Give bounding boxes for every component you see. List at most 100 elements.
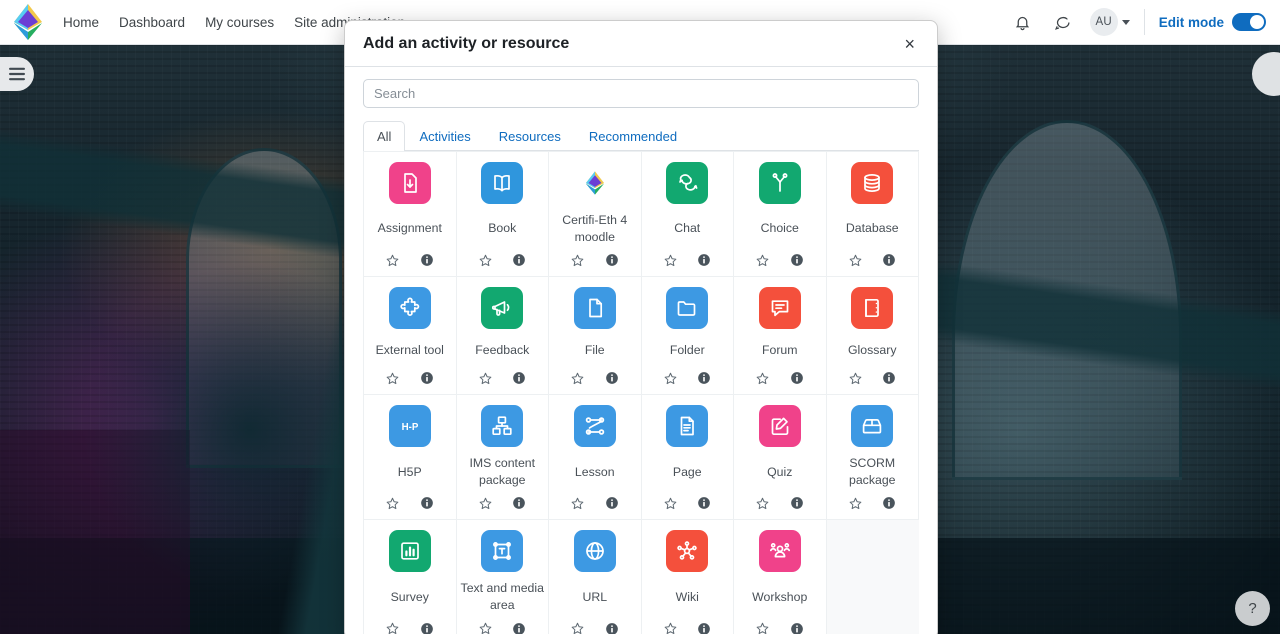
hamburger-menu-icon[interactable] [0,57,34,91]
info-icon[interactable] [604,370,620,386]
tab-activities[interactable]: Activities [405,121,484,151]
bell-icon[interactable] [1010,9,1036,35]
star-icon[interactable] [385,370,401,386]
info-icon[interactable] [789,252,805,268]
activity-tile-label: Folder [669,342,705,357]
info-icon[interactable] [419,621,435,634]
activity-chooser-scroll[interactable]: Assignment Book Certifi-Eth 4 moodle Chat Ch… [363,151,919,634]
quiz-icon [758,405,801,448]
activity-tile-feedback[interactable]: Feedback [456,277,549,396]
activity-tile-quiz[interactable]: Quiz [734,395,827,521]
activity-tile-chat[interactable]: Chat [641,152,734,278]
chevron-down-icon [1121,19,1130,25]
close-icon[interactable]: × [900,33,919,55]
info-icon[interactable] [789,621,805,634]
star-icon[interactable] [477,252,493,268]
star-icon[interactable] [755,252,771,268]
tab-recommended[interactable]: Recommended [575,121,691,151]
star-icon[interactable] [385,621,401,634]
star-icon[interactable] [847,252,863,268]
info-icon[interactable] [696,495,712,511]
ethereum-diamond-logo-icon[interactable] [11,2,45,42]
info-icon[interactable] [789,370,805,386]
modal-header: Add an activity or resource × [345,21,937,67]
activity-tile-file[interactable]: File [549,277,642,396]
info-icon[interactable] [789,495,805,511]
info-icon[interactable] [511,621,527,634]
user-menu[interactable]: AU [1089,8,1130,36]
info-icon[interactable] [419,495,435,511]
info-icon[interactable] [419,370,435,386]
edit-mode-toggle[interactable] [1232,13,1266,31]
star-icon[interactable] [570,621,586,634]
activity-tile-folder[interactable]: Folder [641,277,734,396]
activity-tile-glossary[interactable]: Glossary [826,277,919,396]
activity-tile-external-tool[interactable]: External tool [364,277,457,396]
info-icon[interactable] [604,252,620,268]
star-icon[interactable] [755,621,771,634]
info-icon[interactable] [511,252,527,268]
survey-icon [388,530,431,573]
info-icon[interactable] [511,495,527,511]
activity-tile-label: SCORM package [849,456,896,487]
activity-tile-label: Database [845,221,899,236]
nav-link-my-courses[interactable]: My courses [205,15,274,30]
external-tool-icon [388,287,431,330]
star-icon[interactable] [662,252,678,268]
star-icon[interactable] [477,495,493,511]
activity-tile-wiki[interactable]: Wiki [641,520,734,634]
star-icon[interactable] [477,621,493,634]
edit-mode-switch[interactable]: Edit mode [1159,13,1266,31]
info-icon[interactable] [881,495,897,511]
activity-tile-choice[interactable]: Choice [734,152,827,278]
activity-tile-book[interactable]: Book [456,152,549,278]
star-icon[interactable] [662,621,678,634]
info-icon[interactable] [881,252,897,268]
activity-tile-ims-content-package[interactable]: IMS content package [456,395,549,521]
activity-tile-certifi-eth-4-moodle[interactable]: Certifi-Eth 4 moodle [549,152,642,278]
info-icon[interactable] [604,495,620,511]
star-icon[interactable] [662,495,678,511]
star-icon[interactable] [570,370,586,386]
search-input[interactable] [363,79,919,109]
info-icon[interactable] [419,252,435,268]
info-icon[interactable] [696,252,712,268]
star-icon[interactable] [847,370,863,386]
activity-tile-database[interactable]: Database [826,152,919,278]
star-icon[interactable] [385,495,401,511]
activity-tile-assignment[interactable]: Assignment [364,152,457,278]
tab-resources[interactable]: Resources [485,121,575,151]
star-icon[interactable] [477,370,493,386]
star-icon[interactable] [385,252,401,268]
tab-all[interactable]: All [363,121,406,152]
star-icon[interactable] [755,495,771,511]
info-icon[interactable] [604,621,620,634]
activity-tile-scorm-package[interactable]: SCORM package [826,395,919,521]
activity-tile-forum[interactable]: Forum [734,277,827,396]
activity-tile-label: URL [582,589,608,604]
activity-tile-h5p[interactable]: H-P H5P [364,395,457,521]
info-icon[interactable] [696,621,712,634]
activity-tile-actions [570,495,620,511]
nav-link-home[interactable]: Home [63,15,99,30]
message-bubble-icon[interactable] [1050,9,1076,35]
info-icon[interactable] [696,370,712,386]
star-icon[interactable] [847,495,863,511]
activity-tile-text-and-media-area[interactable]: Text and media area [456,520,549,634]
info-icon[interactable] [511,370,527,386]
help-button[interactable]: ? [1235,591,1270,626]
activity-tile-survey[interactable]: Survey [364,520,457,634]
modal-tabs: All Activities Resources Recommended [363,121,919,152]
activity-tile-lesson[interactable]: Lesson [549,395,642,521]
info-icon[interactable] [881,370,897,386]
star-icon[interactable] [570,495,586,511]
star-icon[interactable] [570,252,586,268]
star-icon[interactable] [662,370,678,386]
activity-tile-url[interactable]: URL [549,520,642,634]
nav-link-dashboard[interactable]: Dashboard [119,15,185,30]
activity-tile-page[interactable]: Page [641,395,734,521]
activity-tile-workshop[interactable]: Workshop [734,520,827,634]
file-icon [573,287,616,330]
activity-tile-actions [385,370,435,386]
star-icon[interactable] [755,370,771,386]
